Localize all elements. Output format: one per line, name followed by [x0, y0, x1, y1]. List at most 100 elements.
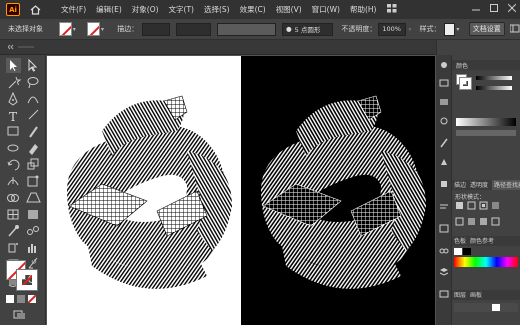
color-spectrum-gray[interactable]	[456, 118, 516, 126]
selection-status: 未选择对象	[8, 25, 43, 33]
type-tool-icon: T	[9, 110, 17, 124]
selection-tool-icon	[6, 58, 21, 73]
brush-size-field[interactable]: ● 5 点圆形	[281, 22, 334, 36]
opacity-value: 100%	[382, 25, 401, 33]
color-mode-icon[interactable]	[6, 295, 14, 303]
drawing-mode-icon[interactable]	[13, 310, 27, 320]
transform-panel-icon	[439, 224, 449, 233]
tools-panel: T ↺	[0, 55, 46, 325]
menu-object[interactable]: 对象(O)	[127, 4, 164, 15]
fill-stroke-indicator[interactable]: ↺	[6, 258, 38, 291]
tab-stroke[interactable]: 描边	[454, 180, 466, 190]
pathfinder-panel-header: 描边 透明度 路径查找器	[452, 180, 520, 190]
svg-text:T: T	[9, 110, 17, 124]
stroke-label: 描边：	[117, 25, 139, 33]
paintbrush-tool-icon	[29, 126, 38, 138]
knot-artwork-black[interactable]	[67, 95, 232, 289]
column-graph-tool-icon	[28, 244, 36, 253]
toolbar-collapse-handle[interactable]	[7, 44, 36, 50]
perspective-grid-tool-icon	[26, 192, 41, 203]
curvature-tool-icon	[27, 96, 39, 104]
tab-color-guide[interactable]: 颜色参考	[470, 236, 494, 246]
document-settings-label: 文档设置	[472, 25, 501, 33]
menu-effect[interactable]: 效果(C)	[235, 4, 271, 15]
eyedropper-tool-icon	[8, 225, 19, 237]
color-panel-tab[interactable]: 颜色	[456, 61, 468, 70]
menu-bar: Ai 文件(F) 编辑(E) 对象(O) 文字(T) 选择(S) 效果(C) 视…	[0, 0, 520, 19]
symbols-panel-icon	[441, 159, 447, 165]
knot-artwork-white[interactable]	[261, 95, 426, 289]
tab-layers[interactable]: 图层	[454, 290, 466, 300]
menu-window[interactable]: 窗口(W)	[307, 4, 345, 15]
stroke-swatch-large[interactable]	[16, 269, 38, 291]
swatches-panel-header: 色板 颜色参考	[452, 236, 520, 246]
stroke-swatch[interactable]	[86, 22, 100, 36]
panel-strip-icons	[439, 62, 449, 298]
style-swatch[interactable]	[443, 22, 456, 36]
layer-thumbnail	[492, 304, 500, 311]
symbol-sprayer-tool-icon	[8, 243, 18, 253]
color-slider-1[interactable]	[476, 76, 512, 80]
libraries-panel-icon	[440, 99, 448, 105]
swatch-black[interactable]	[463, 248, 471, 255]
color-slider-2[interactable]	[476, 86, 512, 90]
free-transform-tool-icon	[27, 175, 39, 187]
color-stroke-swatch[interactable]	[459, 77, 472, 90]
workspace-grid-icon[interactable]	[387, 4, 397, 15]
opacity-dropdown-icon[interactable]: ›	[406, 22, 413, 36]
brushes-panel-icon	[440, 138, 448, 148]
menu-file[interactable]: 文件(F)	[56, 4, 91, 15]
line-segment-tool-icon	[28, 109, 39, 120]
window-controls	[472, 4, 516, 12]
exclude-icon	[492, 202, 499, 209]
shape-builder-tool-icon	[7, 194, 19, 202]
swatch-white[interactable]	[454, 248, 462, 255]
merge-icon	[480, 218, 487, 225]
direct-selection-tool-icon	[28, 58, 38, 72]
brush-dot-icon: ●	[285, 25, 292, 33]
magic-wand-tool-icon	[8, 76, 22, 89]
shaper-tool-icon	[7, 144, 19, 152]
menu-select[interactable]: 选择(S)	[199, 4, 235, 15]
opacity-label: 不透明度：	[341, 25, 377, 33]
variable-width-field[interactable]	[176, 22, 212, 36]
align-panel-icon	[440, 204, 448, 209]
app-logo: Ai	[6, 3, 20, 16]
swap-fill-stroke-icon[interactable]: ↺	[31, 258, 37, 266]
opacity-field[interactable]: 100%	[378, 22, 407, 36]
document-tab-strip	[0, 40, 436, 55]
color-panel-icon	[441, 62, 447, 68]
stroke-dropdown-icon[interactable]: ▾	[100, 22, 105, 36]
brush-definition-field[interactable]	[217, 22, 276, 36]
fill-swatch[interactable]	[58, 22, 72, 36]
links-panel-icon	[439, 248, 449, 254]
menu-view[interactable]: 视图(V)	[271, 4, 307, 15]
tab-artboards[interactable]: 画板	[470, 290, 482, 300]
layer-row[interactable]	[454, 303, 518, 312]
menu-help[interactable]: 帮助(H)	[345, 4, 382, 15]
color-spectrum-bar[interactable]	[456, 130, 516, 136]
menu-edit[interactable]: 编辑(E)	[91, 4, 127, 15]
artboards-panel-icon	[439, 290, 449, 298]
canvas-area[interactable]	[47, 56, 435, 325]
menu-type[interactable]: 文字(T)	[164, 4, 199, 15]
menu-list: 文件(F) 编辑(E) 对象(O) 文字(T) 选择(S) 效果(C) 视图(V…	[56, 4, 381, 15]
none-mode-icon[interactable]	[28, 295, 36, 303]
maximize-icon[interactable]	[490, 4, 498, 12]
fill-dropdown-icon[interactable]: ▾	[72, 22, 77, 36]
swatch-hue-spectrum[interactable]	[454, 257, 518, 267]
stroke-weight-field[interactable]	[142, 22, 171, 36]
width-tool-icon	[7, 177, 19, 186]
intersect-icon	[479, 201, 488, 210]
arrange-icon[interactable]	[509, 24, 520, 35]
tab-transparency[interactable]: 透明度	[470, 180, 488, 190]
minimize-icon[interactable]	[472, 4, 480, 12]
style-dropdown-icon[interactable]: ▾	[455, 22, 460, 36]
tab-pathfinder[interactable]: 路径查找器	[492, 180, 520, 190]
pathfinder-panel-body: 形状模式：	[452, 190, 520, 230]
close-icon[interactable]	[508, 4, 516, 12]
tab-swatches[interactable]: 色板	[454, 236, 466, 246]
gradient-mode-icon[interactable]	[17, 295, 25, 303]
document-settings-button[interactable]: 文档设置	[468, 22, 505, 36]
home-icon[interactable]	[28, 4, 42, 16]
